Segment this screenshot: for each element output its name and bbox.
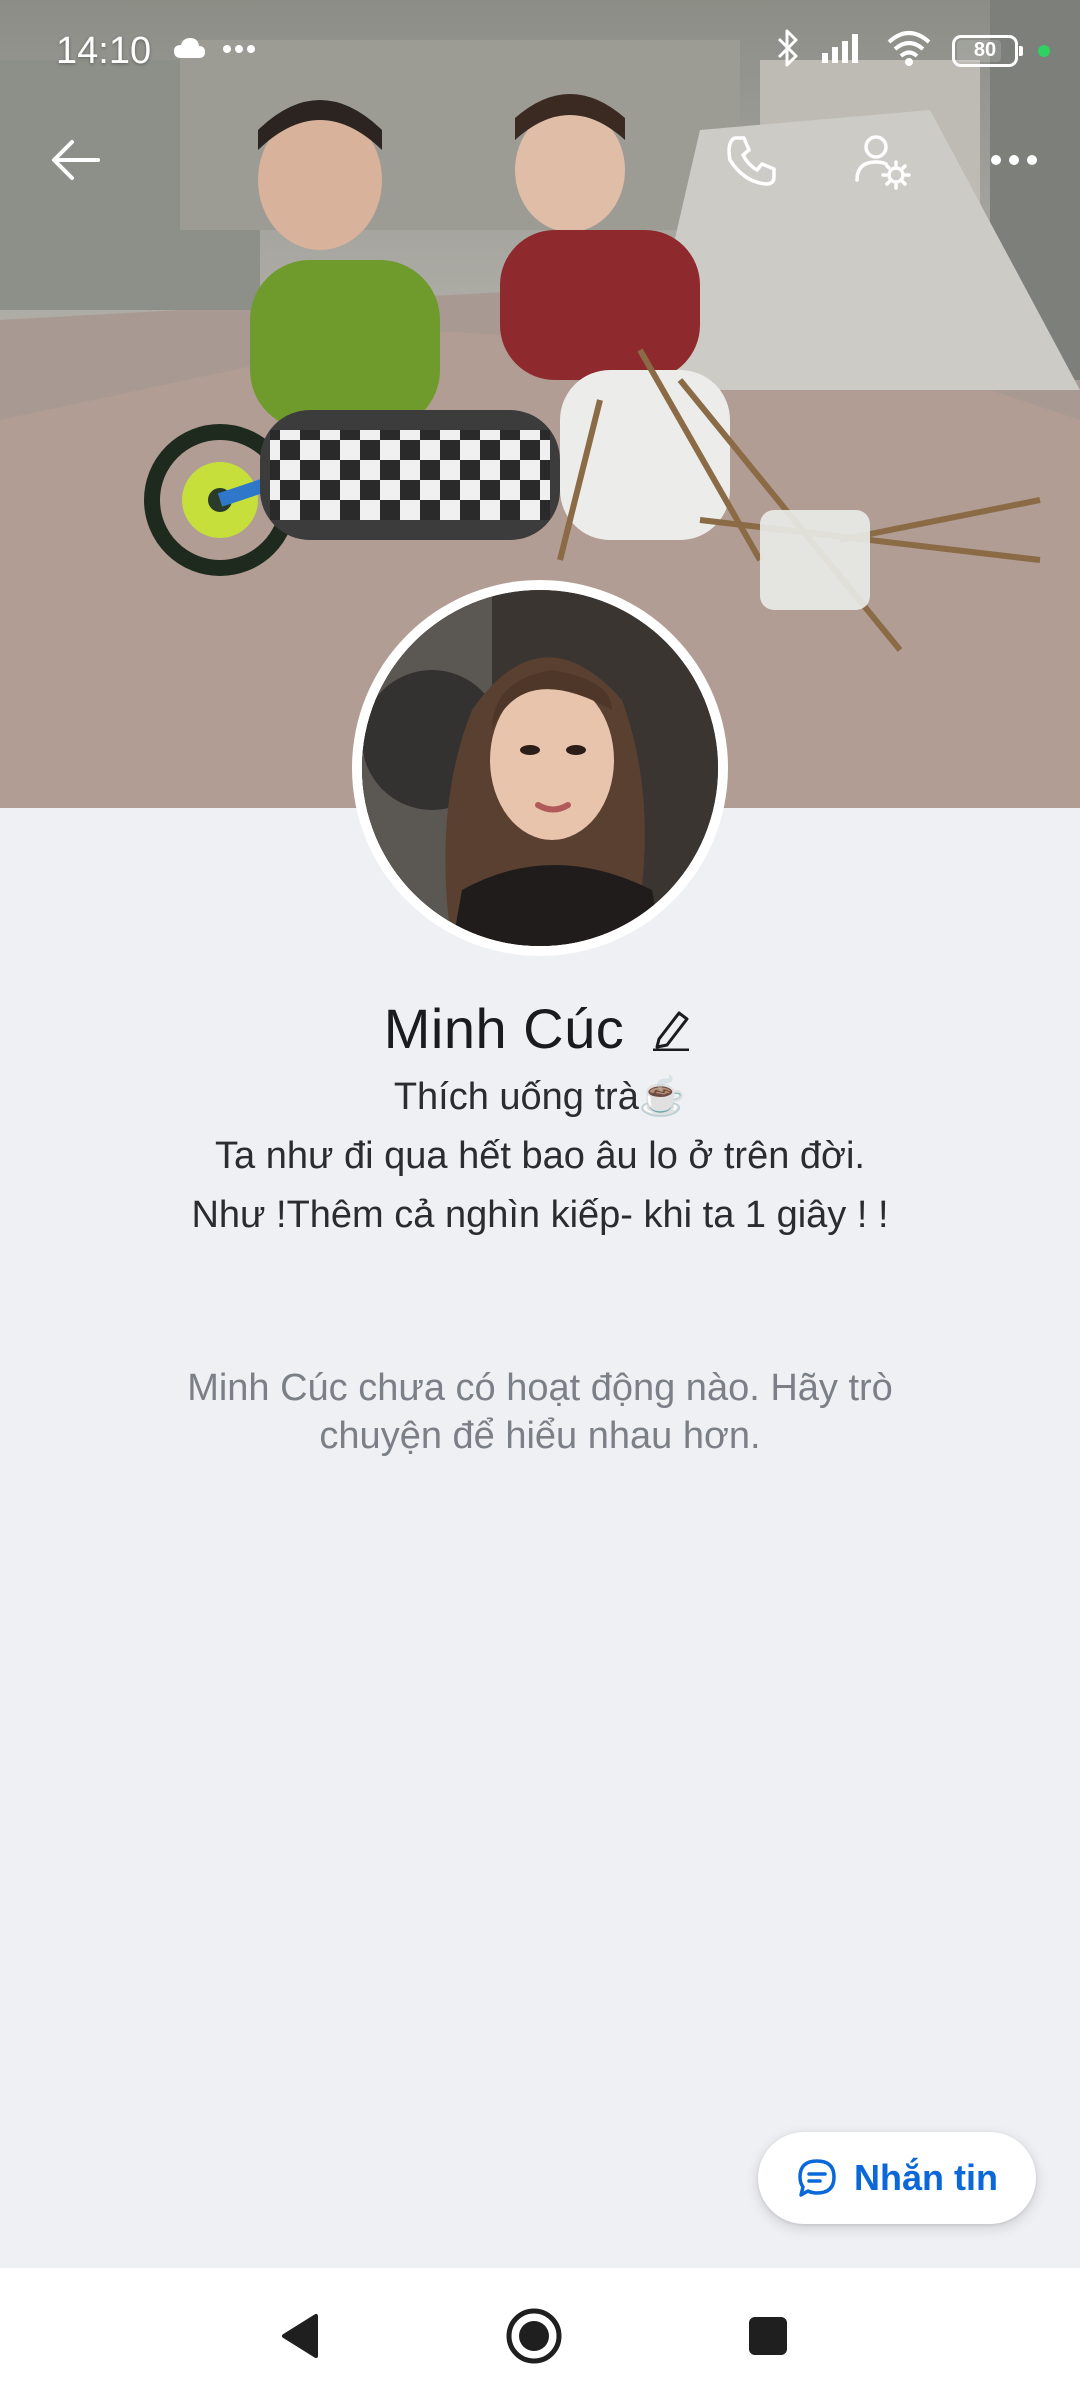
bio-line: Như !Thêm cả nghìn kiếp- khi ta 1 giây !… — [191, 1194, 889, 1236]
user-settings-icon — [855, 135, 911, 190]
battery-level: 80 — [973, 39, 997, 61]
nav-back-icon — [282, 2314, 318, 2358]
system-home-button[interactable] — [494, 2296, 574, 2376]
system-recents-button[interactable] — [728, 2296, 808, 2376]
profile-name-row: Minh Cúc — [0, 996, 1080, 1061]
nav-recents-icon — [749, 2317, 787, 2355]
message-button-label: Nhắn tin — [854, 2157, 998, 2198]
more-options-button[interactable] — [972, 118, 1056, 202]
top-nav — [0, 118, 1080, 202]
edit-name-button[interactable] — [646, 1004, 696, 1054]
active-dot-icon — [1038, 44, 1050, 57]
back-arrow-icon — [52, 140, 100, 180]
system-nav-bar — [0, 2268, 1080, 2400]
call-button[interactable] — [710, 118, 794, 202]
cloud-icon — [172, 36, 206, 65]
avatar-photo — [362, 590, 718, 946]
avatar-frame — [352, 580, 728, 956]
bio-line: Ta như đi qua hết bao âu lo ở trên đời. — [215, 1135, 865, 1177]
phone-icon — [727, 136, 776, 186]
wifi-icon — [886, 30, 932, 71]
system-back-button[interactable] — [260, 2296, 340, 2376]
status-right-icons: 80 — [776, 28, 1050, 73]
back-button[interactable] — [34, 118, 118, 202]
empty-activity-message: Minh Cúc chưa có hoạt động nào. Hãy trò … — [187, 1367, 893, 1457]
signal-icon — [820, 31, 866, 70]
status-time: 14:10 — [56, 30, 152, 72]
status-left-icons — [172, 36, 256, 65]
profile-name: Minh Cúc — [383, 997, 625, 1060]
chat-bubble-icon — [798, 2159, 836, 2197]
more-horizontal-icon — [991, 155, 1037, 165]
bio-line: Thích uống trà☕ — [393, 1076, 687, 1118]
more-dots-icon — [222, 42, 256, 60]
nav-home-icon — [506, 2308, 562, 2364]
profile-screen: 14:10 80 Minh Cúc Thích uống trà☕ Ta như… — [0, 0, 1080, 2400]
bluetooth-icon — [776, 28, 800, 73]
status-bar: 14:10 80 — [0, 0, 1080, 108]
message-button[interactable]: Nhắn tin — [758, 2132, 1036, 2224]
profile-bio: Thích uống trà☕ Ta như đi qua hết bao âu… — [0, 1068, 1080, 1245]
avatar[interactable] — [362, 590, 718, 946]
pencil-icon — [653, 1011, 690, 1051]
battery-icon: 80 — [952, 34, 1023, 67]
profile-settings-button[interactable] — [840, 118, 924, 202]
